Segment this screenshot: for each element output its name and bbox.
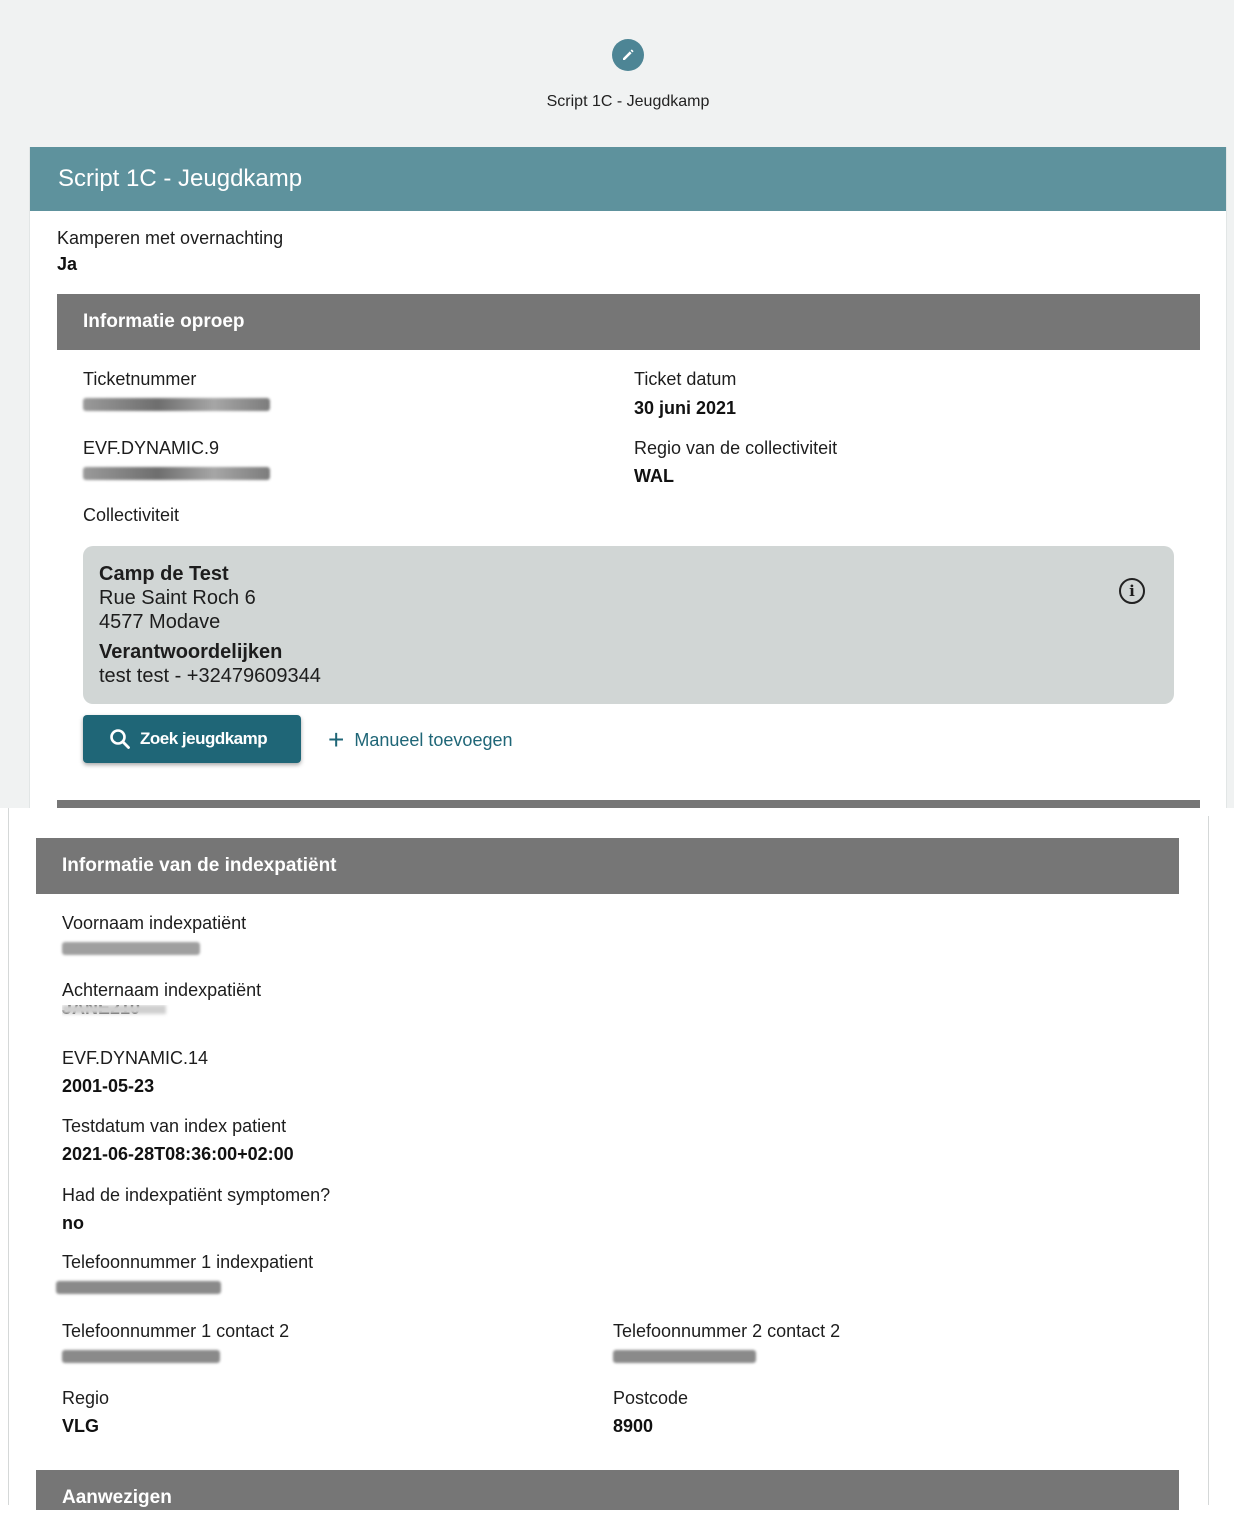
test-date-label: Testdatum van index patient xyxy=(62,1116,287,1136)
phone2-contact2-label: Telefoonnummer 2 contact 2 xyxy=(613,1321,841,1341)
region-value: VLG xyxy=(62,1416,100,1436)
camping-field: Kamperen met overnachting Ja xyxy=(57,227,283,275)
phone1-field: Telefoonnummer 1 indexpatient xyxy=(56,1251,314,1294)
phone2-contact2-field: Telefoonnummer 2 contact 2 xyxy=(613,1320,840,1363)
first-name-label: Voornaam indexpatiënt xyxy=(62,913,247,933)
search-youth-camp-button[interactable]: Zoek jeugdkamp xyxy=(83,715,301,763)
section-index-patient: Informatie van de indexpatiënt xyxy=(36,838,1179,894)
ticket-number-redacted xyxy=(83,398,270,411)
region-label: Regio xyxy=(62,1388,110,1408)
section-bar-cutoff xyxy=(57,800,1200,808)
postcode-label: Postcode xyxy=(613,1388,689,1408)
last-name-redacted xyxy=(62,1005,166,1014)
region-collectivity-label: Regio van de collectiviteit xyxy=(634,438,838,458)
section-title-index-patient: Informatie van de indexpatiënt xyxy=(36,838,1179,894)
phone1-label: Telefoonnummer 1 indexpatient xyxy=(62,1252,314,1272)
ticket-number-label: Ticketnummer xyxy=(83,369,197,389)
phone1-contact2-redacted xyxy=(62,1350,220,1363)
symptoms-value: no xyxy=(62,1213,84,1233)
postcode-value: 8900 xyxy=(613,1416,654,1436)
script-page-bottom: Informatie van de indexpatiënt Voornaam … xyxy=(0,808,1234,1510)
dynamic9-field: EVF.DYNAMIC.9 xyxy=(83,437,270,480)
dynamic14-value: 2001-05-23 xyxy=(62,1076,155,1096)
script-page-top: Script 1C - Jeugdkamp Script 1C - Jeugdk… xyxy=(0,0,1234,808)
dynamic14-field: EVF.DYNAMIC.14 2001-05-23 xyxy=(62,1047,208,1097)
phone2-contact2-redacted xyxy=(613,1350,756,1363)
manual-add-button[interactable]: + Manueel toevoegen xyxy=(328,724,513,755)
last-name-label: Achternaam indexpatiënt xyxy=(62,980,262,1000)
pencil-icon xyxy=(612,39,644,71)
last-name-field: Achternaam indexpatiënt JANE210 xyxy=(62,979,261,1023)
responsibles-value: test test - +32479609344 xyxy=(99,665,321,687)
card-title: Script 1C - Jeugdkamp xyxy=(30,147,1226,211)
collectivity-card: Camp de Test Rue Saint Roch 6 4577 Modav… xyxy=(83,546,1174,704)
first-name-redacted xyxy=(62,942,200,955)
collectivity-name: Camp de Test xyxy=(99,563,229,585)
phone1-redacted xyxy=(56,1281,221,1294)
left-border xyxy=(8,808,9,1505)
test-date-field: Testdatum van index patient 2021-06-28T0… xyxy=(62,1115,294,1165)
ticket-date-label: Ticket datum xyxy=(634,369,737,389)
info-icon[interactable]: i xyxy=(1119,578,1145,604)
step-label: Script 1C - Jeugdkamp xyxy=(546,93,710,110)
dynamic9-label: EVF.DYNAMIC.9 xyxy=(83,438,220,458)
ticket-date-field: Ticket datum 30 juni 2021 xyxy=(634,368,736,419)
section-title-info-call: Informatie oproep xyxy=(57,294,1200,350)
responsibles-heading: Verantwoordelijken xyxy=(99,641,283,663)
last-name-value-wrapper: JANE210 xyxy=(62,1005,261,1023)
section-info-call: Informatie oproep xyxy=(57,294,1200,350)
plus-icon: + xyxy=(328,724,345,755)
manual-add-label: Manueel toevoegen xyxy=(354,729,513,750)
collectivity-city: 4577 Modave xyxy=(99,611,221,633)
phone1-contact2-field: Telefoonnummer 1 contact 2 xyxy=(62,1320,289,1363)
collectivity-label: Collectiviteit xyxy=(83,505,180,525)
symptoms-label: Had de indexpatiënt symptomen? xyxy=(62,1185,331,1205)
camping-value: Ja xyxy=(57,254,78,274)
search-button-label: Zoek jeugdkamp xyxy=(140,729,268,748)
ticket-number-field: Ticketnummer xyxy=(83,368,270,411)
camping-label: Kamperen met overnachting xyxy=(57,228,284,248)
collectivity-field: Collectiviteit xyxy=(83,504,179,526)
search-icon xyxy=(110,729,130,749)
region-collectivity-field: Regio van de collectiviteit WAL xyxy=(634,437,837,487)
ticket-date-value: 30 juni 2021 xyxy=(634,398,737,418)
region-collectivity-value: WAL xyxy=(634,466,674,486)
test-date-value: 2021-06-28T08:36:00+02:00 xyxy=(62,1144,294,1164)
script-card: Script 1C - Jeugdkamp Kamperen met overn… xyxy=(29,147,1227,808)
first-name-field: Voornaam indexpatiënt xyxy=(62,912,246,955)
dynamic9-redacted xyxy=(83,467,270,480)
phone1-contact2-label: Telefoonnummer 1 contact 2 xyxy=(62,1321,290,1341)
right-border xyxy=(1208,816,1209,1505)
region-field: Regio VLG xyxy=(62,1387,109,1437)
collectivity-street: Rue Saint Roch 6 xyxy=(99,587,256,609)
symptoms-field: Had de indexpatiënt symptomen? no xyxy=(62,1184,330,1234)
dynamic14-label: EVF.DYNAMIC.14 xyxy=(62,1048,209,1068)
section-title-present: Aanwezigen xyxy=(36,1470,1179,1510)
postcode-field: Postcode 8900 xyxy=(613,1387,688,1437)
